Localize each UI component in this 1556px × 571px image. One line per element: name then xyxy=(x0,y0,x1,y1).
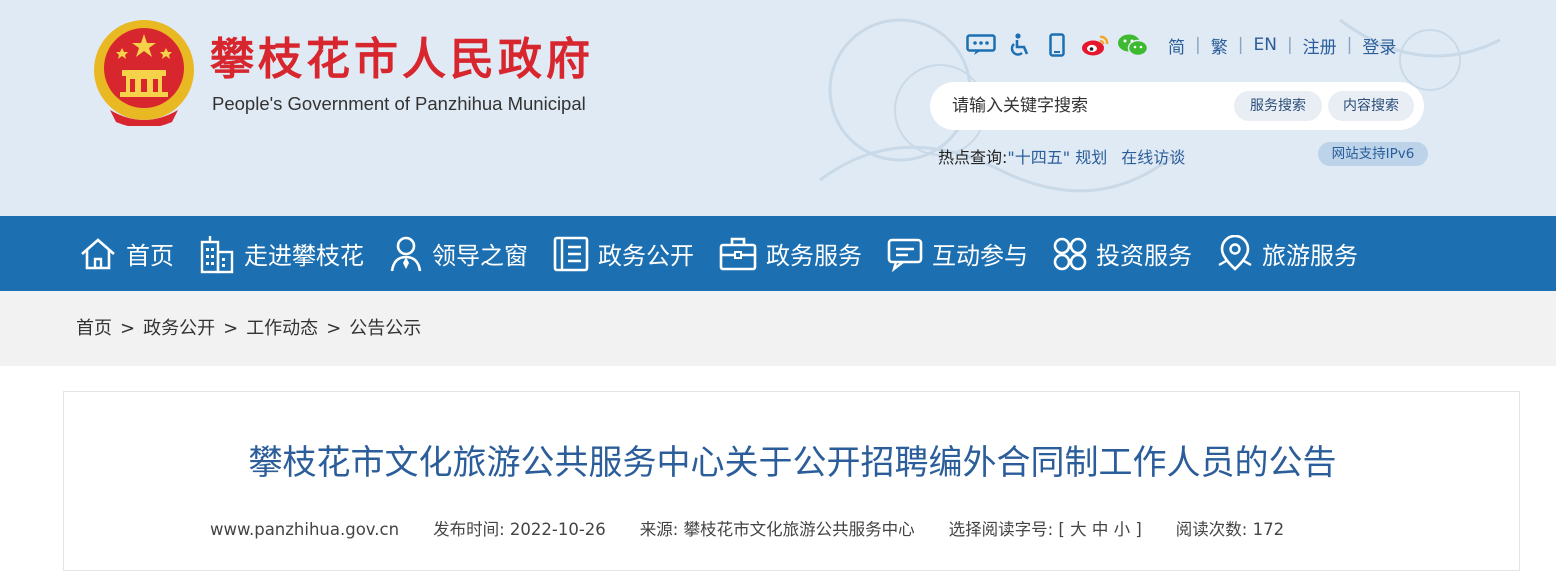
lang-simplified[interactable]: 简 xyxy=(1158,33,1195,58)
lang-traditional[interactable]: 繁 xyxy=(1201,33,1238,58)
site-header: 攀枝花市人民政府 People's Government of Panzhihu… xyxy=(0,0,1556,216)
article-title: 攀枝花市文化旅游公共服务中心关于公开招聘编外合同制工作人员的公告 xyxy=(248,443,1337,483)
login-link[interactable]: 登录 xyxy=(1352,33,1406,58)
search-box: 服务搜索 内容搜索 xyxy=(930,82,1424,130)
nav-item-tourism[interactable]: 旅游服务 xyxy=(1216,216,1358,291)
nav-item-leaders[interactable]: 领导之窗 xyxy=(388,216,528,291)
language-links: 简 | 繁 | EN | 注册 | 登录 xyxy=(1158,33,1406,58)
font-large-button[interactable]: 大 xyxy=(1070,520,1087,539)
national-emblem-icon xyxy=(94,20,194,126)
mobile-icon[interactable] xyxy=(1038,28,1076,62)
service-search-button[interactable]: 服务搜索 xyxy=(1234,91,1322,121)
date-value: 2022-10-26 xyxy=(509,520,606,539)
article-panel: 攀枝花市文化旅游公共服务中心关于公开招聘编外合同制工作人员的公告 www.pan… xyxy=(63,391,1520,571)
nav-item-interaction[interactable]: 互动参与 xyxy=(886,216,1028,291)
hot-search: 热点查询: "十四五" 规划 在线访谈 xyxy=(938,144,1185,168)
nav-label: 投资服务 xyxy=(1096,242,1192,270)
accessibility-icon[interactable] xyxy=(1000,28,1038,62)
hot-search-label: 热点查询: xyxy=(938,148,1008,167)
hot-link-plan[interactable]: "十四五" 规划 xyxy=(1007,144,1107,168)
font-small-button[interactable]: 小 xyxy=(1114,520,1131,539)
nav-label: 政务公开 xyxy=(598,242,694,270)
nav-item-gov-service[interactable]: 政务服务 xyxy=(718,216,862,291)
article-views: 阅读次数: 172 xyxy=(1176,518,1284,542)
nav-label: 领导之窗 xyxy=(432,242,528,270)
breadcrumb-home[interactable]: 首页 xyxy=(76,317,112,341)
views-label: 阅读次数: xyxy=(1175,520,1248,539)
register-link[interactable]: 注册 xyxy=(1293,33,1347,58)
nav-label: 旅游服务 xyxy=(1262,242,1358,270)
site-title[interactable]: 攀枝花市人民政府 xyxy=(210,34,594,86)
font-size-label: 选择阅读字号: xyxy=(948,520,1054,539)
nav-item-home[interactable]: 首页 xyxy=(78,216,174,291)
article-source: 来源: 攀枝花市文化旅游公共服务中心 xyxy=(640,518,915,542)
lang-english[interactable]: EN xyxy=(1243,35,1286,55)
article-date: 发布时间: 2022-10-26 xyxy=(433,518,606,542)
document-icon xyxy=(553,236,589,271)
content-search-button[interactable]: 内容搜索 xyxy=(1328,91,1414,121)
font-size-selector: 选择阅读字号: [ 大 中 小 ] xyxy=(949,518,1142,542)
nav-label: 走进攀枝花 xyxy=(244,242,364,270)
nav-label: 政务服务 xyxy=(766,242,862,270)
chat-icon xyxy=(887,238,923,272)
breadcrumb-notices[interactable]: 公告公示 xyxy=(349,317,421,341)
header-toolbar: 简 | 繁 | EN | 注册 | 登录 xyxy=(962,28,1406,62)
source-value: 攀枝花市文化旅游公共服务中心 xyxy=(683,520,915,539)
bracket-close: ] xyxy=(1135,520,1142,539)
home-icon xyxy=(81,237,115,269)
date-label: 发布时间: xyxy=(433,520,505,539)
breadcrumb-bar: 首页 > 政务公开 > 工作动态 > 公告公示 xyxy=(0,291,1556,366)
nav-item-investment[interactable]: 投资服务 xyxy=(1052,216,1192,291)
source-label: 来源: xyxy=(639,520,679,539)
building-icon xyxy=(200,235,234,273)
nav-label: 首页 xyxy=(126,242,174,270)
wechat-icon[interactable] xyxy=(1114,28,1152,62)
location-icon xyxy=(1218,234,1252,271)
nav-item-about[interactable]: 走进攀枝花 xyxy=(198,216,364,291)
site-subtitle: People's Government of Panzhihua Municip… xyxy=(212,93,586,114)
article-site: www.panzhihua.gov.cn xyxy=(210,520,400,539)
grid-icon xyxy=(1053,237,1087,270)
message-icon[interactable] xyxy=(962,28,1000,62)
bracket-open: [ xyxy=(1058,520,1065,539)
font-medium-button[interactable]: 中 xyxy=(1092,520,1109,539)
briefcase-icon xyxy=(719,237,757,270)
main-nav: 首页 走进攀枝花 领导之窗 政务公开 政务服务 互动参与 投资服务 旅游服务 xyxy=(0,216,1556,291)
breadcrumb-separator: > xyxy=(326,318,342,339)
hot-link-interview[interactable]: 在线访谈 xyxy=(1121,144,1185,168)
nav-label: 互动参与 xyxy=(932,242,1028,270)
weibo-icon[interactable] xyxy=(1076,28,1114,62)
nav-item-gov-open[interactable]: 政务公开 xyxy=(552,216,694,291)
person-icon xyxy=(390,236,422,271)
breadcrumb: 首页 > 政务公开 > 工作动态 > 公告公示 xyxy=(76,317,421,341)
breadcrumb-separator: > xyxy=(120,318,136,339)
views-count: 172 xyxy=(1252,520,1285,539)
ipv6-badge: 网站支持IPv6 xyxy=(1318,142,1428,166)
article-meta: www.panzhihua.gov.cn 发布时间: 2022-10-26 来源… xyxy=(210,518,1318,542)
breadcrumb-work-news[interactable]: 工作动态 xyxy=(246,317,318,341)
breadcrumb-gov-open[interactable]: 政务公开 xyxy=(143,317,215,341)
search-input[interactable] xyxy=(952,94,1222,118)
breadcrumb-separator: > xyxy=(223,318,239,339)
